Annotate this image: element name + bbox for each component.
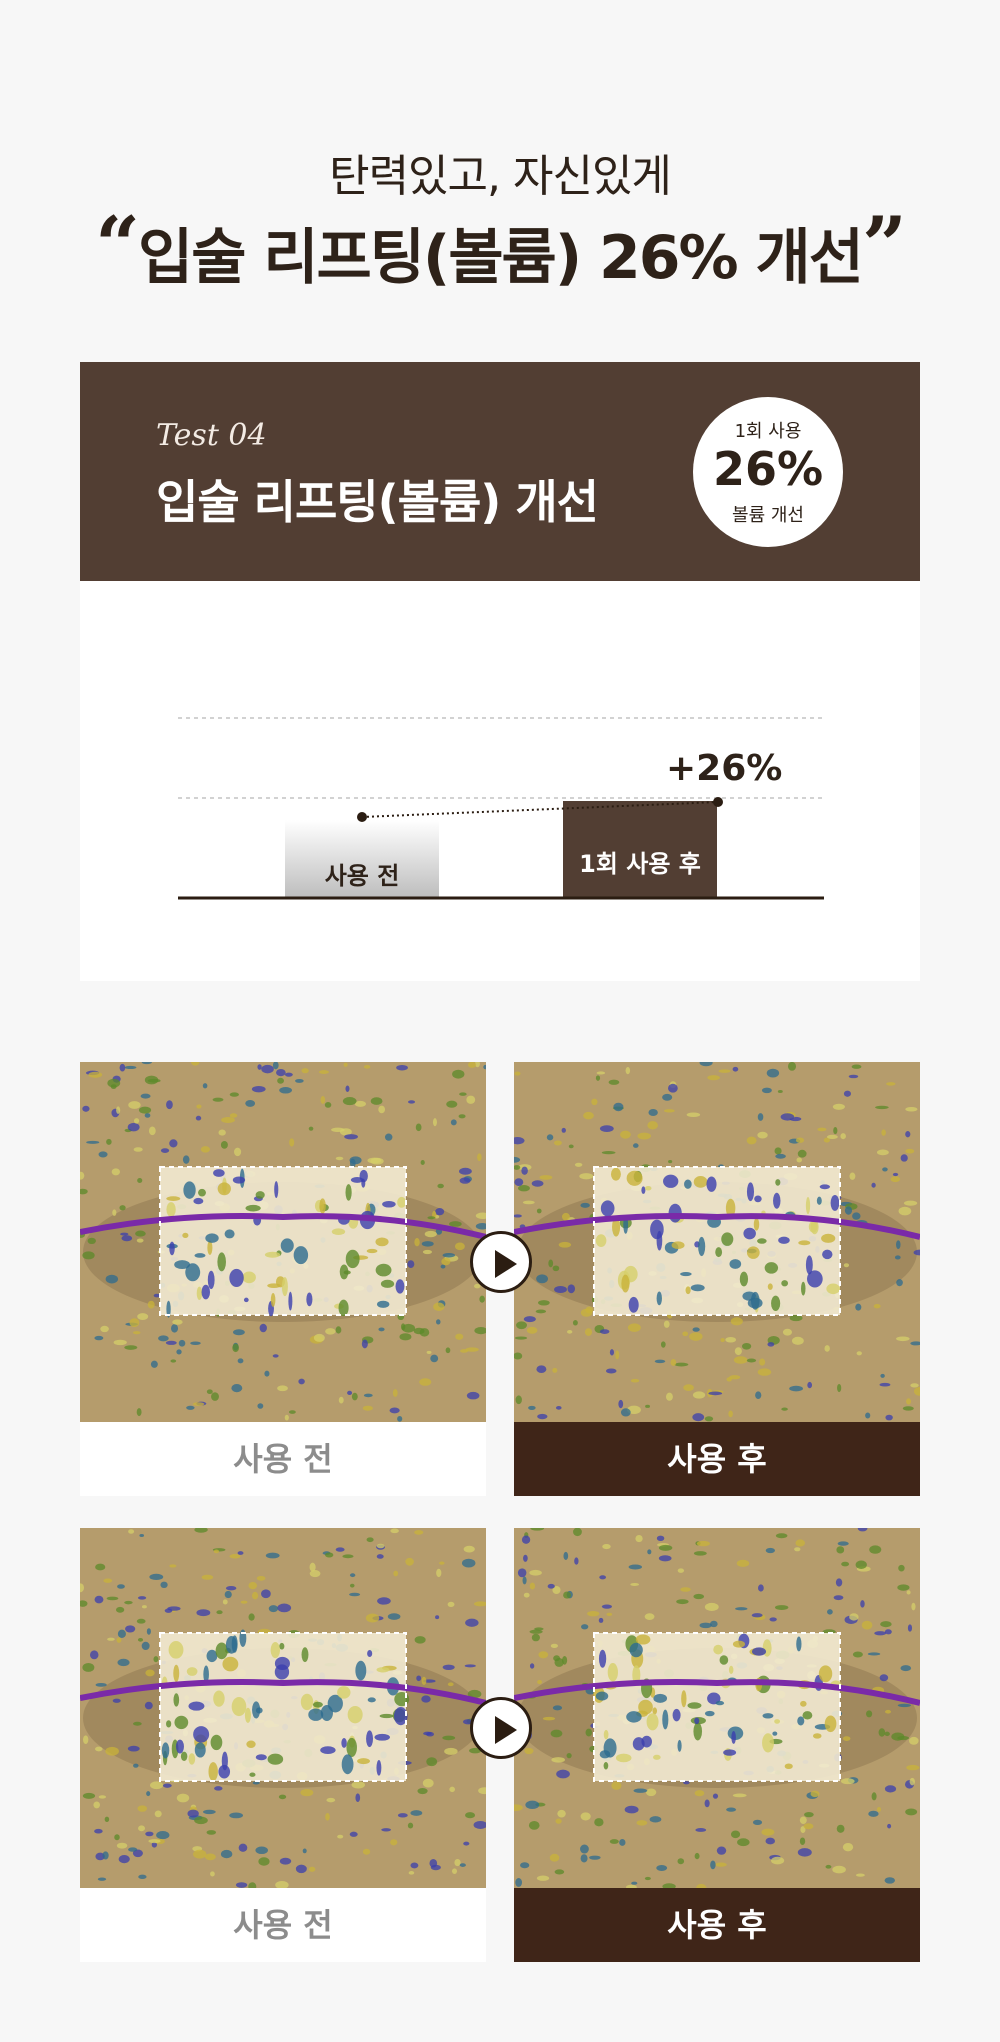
test-card: Test 04 입술 리프팅(볼륨) 개선 1회 사용 26% 볼륨 개선 +2… (80, 362, 920, 981)
after-caption: 사용 후 (514, 1888, 920, 1962)
bar-label-after: 1회 사용 후 (579, 850, 701, 878)
after-caption: 사용 후 (514, 1422, 920, 1496)
headline-subtitle: 탄력있고, 자신있게 (329, 151, 672, 202)
delta-label: +26% (666, 748, 783, 789)
result-badge: 1회 사용 26% 볼륨 개선 (693, 397, 843, 547)
play-arrow-icon (470, 1231, 532, 1293)
lip-photo-after-2 (514, 1528, 920, 1888)
lip-photo-before-1 (80, 1062, 486, 1422)
badge-top-text: 1회 사용 (734, 421, 802, 442)
test-title: 입술 리프팅(볼륨) 개선 (156, 475, 599, 529)
headline-title: “입술 리프팅(볼륨) 26% 개선” (0, 200, 1000, 296)
test-card-header: Test 04 입술 리프팅(볼륨) 개선 1회 사용 26% 볼륨 개선 (80, 362, 920, 581)
point-after (713, 797, 723, 807)
before-caption: 사용 전 (80, 1422, 486, 1496)
badge-value: 26% (712, 442, 824, 496)
point-before (357, 812, 367, 822)
headline-title-text: 입술 리프팅(볼륨) 26% 개선 (138, 223, 864, 293)
lip-photo-after-1 (514, 1062, 920, 1422)
close-quote-mark: ” (861, 200, 907, 291)
volume-chart: +26% 사용 전 1회 사용 후 (178, 642, 824, 912)
badge-bottom-text: 볼륨 개선 (732, 505, 804, 526)
test-number: Test 04 (156, 418, 267, 453)
bar-label-before: 사용 전 (324, 862, 400, 890)
play-arrow-icon (470, 1697, 532, 1759)
lip-photo-before-2 (80, 1528, 486, 1888)
before-caption: 사용 전 (80, 1888, 486, 1962)
open-quote-mark: “ (95, 200, 140, 291)
